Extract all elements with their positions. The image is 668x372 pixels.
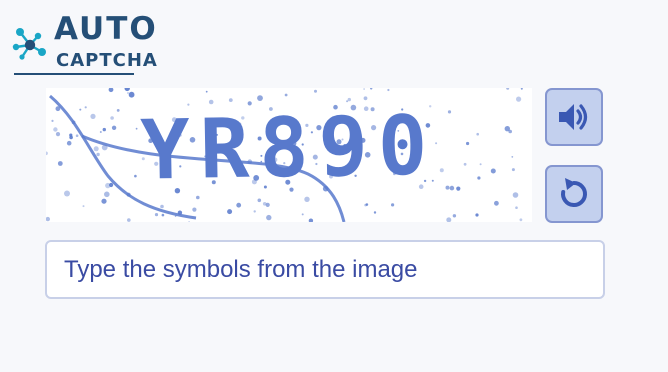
captcha-noise-dot — [257, 198, 262, 203]
captcha-noise-dot — [512, 192, 519, 198]
captcha-noise-dot — [387, 88, 390, 92]
logo-underline — [14, 73, 134, 75]
captcha-noise-dot — [511, 156, 514, 158]
captcha-noise-dot — [477, 176, 481, 180]
captcha-noise-dot — [99, 131, 102, 133]
captcha-noise-dot — [308, 218, 314, 222]
captcha-noise-dot — [476, 132, 480, 136]
captcha-noise-dot — [364, 203, 367, 207]
captcha-answer-input[interactable] — [45, 240, 605, 299]
captcha-challenge-text: YR890 — [140, 98, 438, 198]
logo-subtitle: CAPTCHA — [56, 50, 158, 71]
captcha-noise-dot — [66, 140, 72, 146]
captcha-noise-dot — [161, 213, 165, 217]
captcha-noise-dot — [373, 211, 377, 214]
molecule-icon — [12, 28, 46, 60]
captcha-noise-dot — [127, 218, 131, 222]
captcha-noise-dot — [124, 88, 130, 92]
captcha-noise-dot — [456, 186, 461, 191]
captcha-noise-dot — [447, 110, 452, 114]
captcha-noise-dot — [253, 210, 256, 213]
captcha-noise-dot — [192, 207, 197, 212]
captcha-noise-dot — [466, 141, 470, 146]
captcha-noise-dot — [363, 88, 365, 90]
captcha-noise-dot — [134, 174, 137, 178]
captcha-noise-dot — [515, 206, 518, 209]
captcha-noise-dot — [227, 209, 233, 215]
audio-button[interactable] — [545, 88, 603, 146]
speaker-icon — [559, 104, 588, 130]
captcha-image: YR890 — [46, 88, 532, 222]
captcha-noise-dot — [53, 127, 58, 132]
captcha-noise-dot — [490, 168, 496, 174]
captcha-noise-dot — [479, 163, 482, 166]
captcha-noise-dot — [110, 116, 114, 120]
captcha-noise-dot — [516, 96, 522, 102]
captcha-noise-dot — [370, 88, 373, 90]
captcha-noise-dot — [262, 202, 267, 206]
captcha-noise-dot — [188, 221, 190, 222]
captcha-noise-dot — [449, 185, 455, 191]
captcha-noise-dot — [55, 132, 61, 137]
captcha-noise-dot — [504, 126, 510, 132]
captcha-noise-dot — [90, 113, 96, 119]
captcha-noise-dot — [57, 161, 63, 166]
refresh-icon — [561, 178, 587, 207]
captcha-noise-dot — [494, 200, 499, 206]
captcha-noise-dot — [102, 127, 106, 132]
captcha-noise-dot — [160, 204, 164, 209]
captcha-noise-dot — [108, 88, 114, 93]
captcha-noise-dot — [93, 146, 99, 152]
auto-captcha-logo: AUTO CAPTCHA — [12, 10, 157, 76]
captcha-noise-dot — [69, 133, 73, 137]
captcha-noise-dot — [101, 198, 107, 204]
captcha-noise-dot — [511, 168, 515, 172]
captcha-noise-dot — [82, 205, 85, 208]
captcha-noise-dot — [116, 109, 120, 112]
captcha-noise-dot — [109, 182, 114, 188]
captcha-noise-dot — [46, 216, 50, 222]
captcha-noise-dot — [284, 93, 288, 97]
captcha-noise-dot — [64, 190, 70, 197]
captcha-noise-dot — [439, 168, 444, 173]
captcha-noise-dot — [111, 125, 117, 130]
captcha-noise-dot — [445, 185, 450, 190]
captcha-noise-dot — [104, 191, 110, 198]
captcha-noise-dot — [506, 88, 510, 90]
captcha-noise-dot — [236, 202, 242, 208]
captcha-noise-dot — [75, 134, 79, 137]
captcha-noise-dot — [266, 214, 272, 221]
captcha-noise-dot — [314, 89, 317, 93]
logo-title: AUTO — [54, 11, 158, 47]
captcha-noise-dot — [84, 106, 87, 109]
refresh-button[interactable] — [545, 165, 603, 223]
captcha-noise-dot — [452, 214, 457, 218]
captcha-noise-dot — [205, 90, 208, 93]
captcha-noise-dot — [128, 91, 135, 98]
captcha-noise-dot — [301, 213, 304, 216]
captcha-noise-dot — [304, 196, 310, 202]
captcha-noise-dot — [154, 213, 159, 217]
captcha-noise-dot — [135, 127, 138, 130]
captcha-noise-dot — [463, 162, 467, 166]
captcha-noise-dot — [51, 119, 54, 122]
captcha-noise-dot — [519, 218, 523, 222]
captcha-noise-dot — [391, 203, 395, 207]
captcha-noise-dot — [446, 217, 452, 222]
captcha-noise-dot — [257, 95, 263, 101]
captcha-noise-dot — [475, 213, 479, 217]
captcha-noise-dot — [520, 88, 523, 90]
captcha-noise-dot — [46, 151, 48, 156]
captcha-noise-dot — [127, 92, 129, 94]
captcha-noise-dot — [79, 108, 82, 111]
captcha-noise-dot — [96, 152, 100, 157]
